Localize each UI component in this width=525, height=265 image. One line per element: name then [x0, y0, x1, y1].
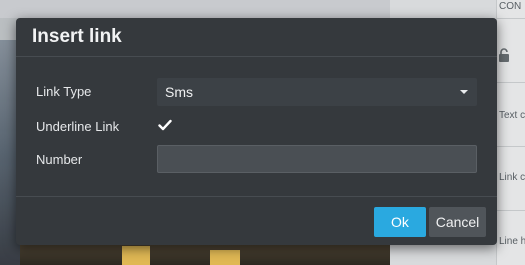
- number-input[interactable]: [157, 145, 477, 173]
- dialog-body: Link Type Sms Underline Link Number: [16, 57, 497, 196]
- insert-link-dialog: Insert link Link Type Sms Underline Link…: [16, 18, 497, 245]
- underline-link-label: Underline Link: [36, 119, 120, 134]
- dialog-footer: Ok Cancel: [16, 196, 497, 246]
- dialog-header: Insert link: [16, 18, 497, 57]
- checkmark-icon: [158, 119, 172, 131]
- dropdown-caret-icon: [460, 90, 468, 94]
- number-label: Number: [36, 152, 83, 167]
- link-type-select[interactable]: Sms: [157, 78, 477, 106]
- dialog-title: Insert link: [32, 26, 122, 47]
- ok-button[interactable]: Ok: [374, 207, 426, 237]
- editor-canvas: CON Text c Link c Line h Insert link Lin…: [0, 0, 525, 265]
- link-type-label: Link Type: [36, 84, 92, 99]
- underline-link-checkbox[interactable]: [157, 117, 173, 133]
- link-type-value: Sms: [165, 84, 193, 100]
- cancel-button[interactable]: Cancel: [429, 207, 486, 237]
